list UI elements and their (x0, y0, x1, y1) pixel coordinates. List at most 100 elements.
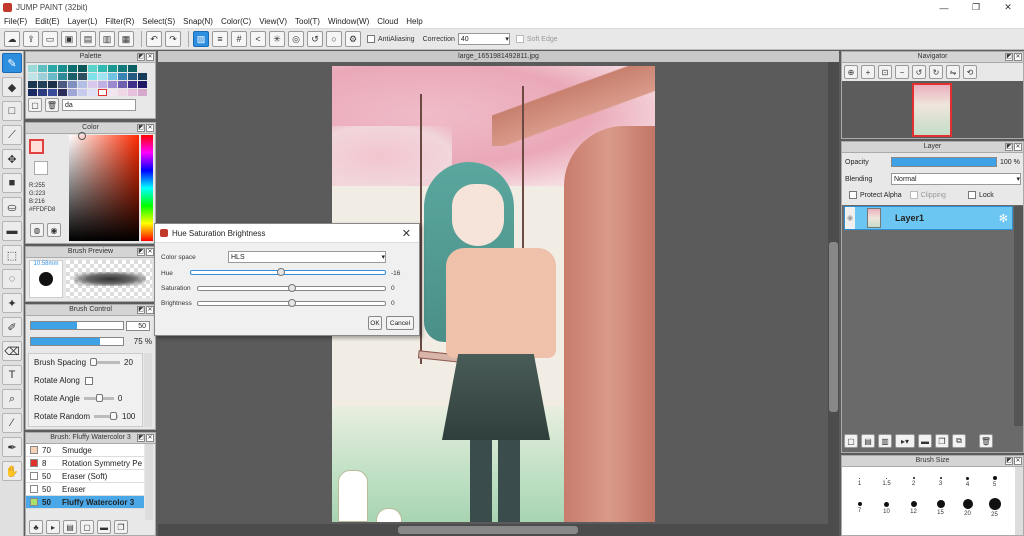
swatch[interactable] (48, 89, 57, 96)
cloud-icon[interactable]: ☁ (4, 31, 20, 47)
palette-icon[interactable]: ◉ (47, 223, 61, 237)
rotate-right-icon[interactable]: ↻ (929, 65, 943, 79)
layer-duplicate-icon[interactable]: ⧉ (952, 434, 966, 448)
menu-cloud[interactable]: Cloud (373, 17, 402, 26)
magic-wand-icon[interactable]: ✦ (2, 293, 22, 313)
share-icon[interactable]: ⇪ (23, 31, 39, 47)
pin-icon[interactable]: ◩ (137, 248, 145, 256)
swatch[interactable] (118, 65, 127, 72)
snap-off-icon[interactable]: ▨ (193, 31, 209, 47)
brush-size-slider[interactable] (30, 321, 124, 330)
swatch[interactable] (128, 81, 137, 88)
stamp-icon[interactable]: ▣ (61, 31, 77, 47)
brush-size-option[interactable]: 7 (846, 495, 873, 521)
swatch[interactable] (28, 73, 37, 80)
blending-select[interactable]: Normal ▾ (891, 173, 1021, 185)
swatch[interactable] (78, 89, 87, 96)
brush-size-option[interactable]: 15 (927, 495, 954, 521)
redo-icon[interactable]: ↷ (165, 31, 181, 47)
color-space-select[interactable]: HLS ▾ (228, 251, 386, 263)
menu-window[interactable]: Window(W) (324, 17, 373, 26)
list-item[interactable]: 8 Rotation Symmetry Pe (26, 457, 144, 470)
comment-icon[interactable]: ▭ (42, 31, 58, 47)
swatch[interactable] (68, 65, 77, 72)
delete-palette-icon[interactable]: 🗑 (45, 98, 59, 112)
foreground-color-swatch[interactable] (29, 139, 44, 154)
brush-folder-icon[interactable]: ▬ (97, 520, 111, 534)
swatch[interactable] (48, 73, 57, 80)
swatch[interactable] (78, 73, 87, 80)
close-icon[interactable]: ✕ (146, 53, 154, 61)
swatch[interactable] (58, 89, 67, 96)
antialiasing-checkbox[interactable] (367, 35, 375, 43)
close-icon[interactable]: ✕ (402, 227, 411, 240)
zoom-actual-icon[interactable]: ⊡ (878, 65, 892, 79)
swatch[interactable] (98, 73, 107, 80)
swatch[interactable] (118, 81, 127, 88)
snap-radial-icon[interactable]: ✳ (269, 31, 285, 47)
brush-size-option[interactable]: 3 (927, 469, 954, 495)
palette-name-field[interactable]: da (62, 99, 136, 111)
swatch[interactable] (128, 73, 137, 80)
balloon-tool-icon[interactable]: ⌕ (2, 389, 22, 409)
minimize-button[interactable]: — (928, 0, 960, 15)
snap-settings-icon[interactable]: ⚙ (345, 31, 361, 47)
hand-tool-icon[interactable]: ✋ (2, 461, 22, 481)
snap-perspective-icon[interactable]: < (250, 31, 266, 47)
slider-thumb[interactable] (90, 358, 98, 366)
new-palette-icon[interactable]: ▢ (28, 98, 42, 112)
text-tool-icon[interactable]: T (2, 365, 22, 385)
pen-tool-icon[interactable]: ✎ (2, 53, 22, 73)
swatch[interactable] (138, 65, 147, 72)
swatch[interactable] (38, 89, 47, 96)
saturation-slider[interactable] (197, 284, 386, 292)
close-icon[interactable]: ✕ (1014, 143, 1022, 151)
pin-icon[interactable]: ◩ (1005, 143, 1013, 151)
move-tool-icon[interactable]: ✥ (2, 149, 22, 169)
new-layer-folder-icon[interactable]: ▤ (861, 434, 875, 448)
close-icon[interactable]: ✕ (146, 124, 154, 132)
menu-file[interactable]: File(F) (0, 17, 31, 26)
layer-list-scrollbar[interactable] (1014, 206, 1023, 426)
fill-rect-tool-icon[interactable]: ■ (2, 173, 22, 193)
brush-size-option[interactable]: 10 (873, 495, 900, 521)
list-item[interactable]: 50 Eraser (Soft) (26, 470, 144, 483)
close-icon[interactable]: ✕ (146, 434, 154, 442)
zoom-fit-icon[interactable]: ⊕ (844, 65, 858, 79)
brush-size-option[interactable]: 12 (900, 495, 927, 521)
swatch[interactable] (28, 89, 37, 96)
layer-copy-icon[interactable]: ▥ (878, 434, 892, 448)
canvas-vertical-scrollbar[interactable] (828, 62, 839, 536)
layer-merge-icon[interactable]: ❐ (935, 434, 949, 448)
swatch[interactable] (88, 81, 97, 88)
swatch[interactable] (118, 89, 127, 96)
hue-slider[interactable] (190, 268, 386, 276)
swatch[interactable] (28, 81, 37, 88)
swatch[interactable] (38, 81, 47, 88)
swatch[interactable] (118, 73, 127, 80)
line-tool-icon[interactable]: ⟋ (2, 125, 22, 145)
soft-edge-checkbox[interactable] (515, 35, 524, 43)
select-eraser-icon[interactable]: ⌫ (2, 341, 22, 361)
swatch[interactable] (58, 81, 67, 88)
swatch[interactable] (128, 89, 137, 96)
rotate-random-slider[interactable] (94, 412, 119, 420)
rotate-along-checkbox[interactable] (84, 376, 93, 385)
navigator-viewport[interactable] (912, 83, 952, 137)
gear-icon[interactable]: ✻ (999, 212, 1008, 225)
background-color-swatch[interactable] (34, 161, 48, 175)
swatch[interactable] (108, 89, 117, 96)
swatch[interactable] (38, 73, 47, 80)
brush-tree-icon[interactable]: ♣ (29, 520, 43, 534)
rotate-left-icon[interactable]: ↺ (912, 65, 926, 79)
cancel-button[interactable]: Cancel (386, 316, 414, 330)
swatch[interactable] (48, 81, 57, 88)
layer-add-menu-icon[interactable]: ▸▾ (895, 434, 915, 448)
brush-size-scrollbar[interactable] (1015, 467, 1023, 535)
swatch[interactable] (88, 89, 97, 96)
menu-tool[interactable]: Tool(T) (291, 17, 324, 26)
select-rect-icon[interactable]: ⬚ (2, 245, 22, 265)
swatch[interactable] (68, 81, 77, 88)
close-icon[interactable]: ✕ (146, 248, 154, 256)
navigator-preview[interactable] (842, 81, 1023, 138)
